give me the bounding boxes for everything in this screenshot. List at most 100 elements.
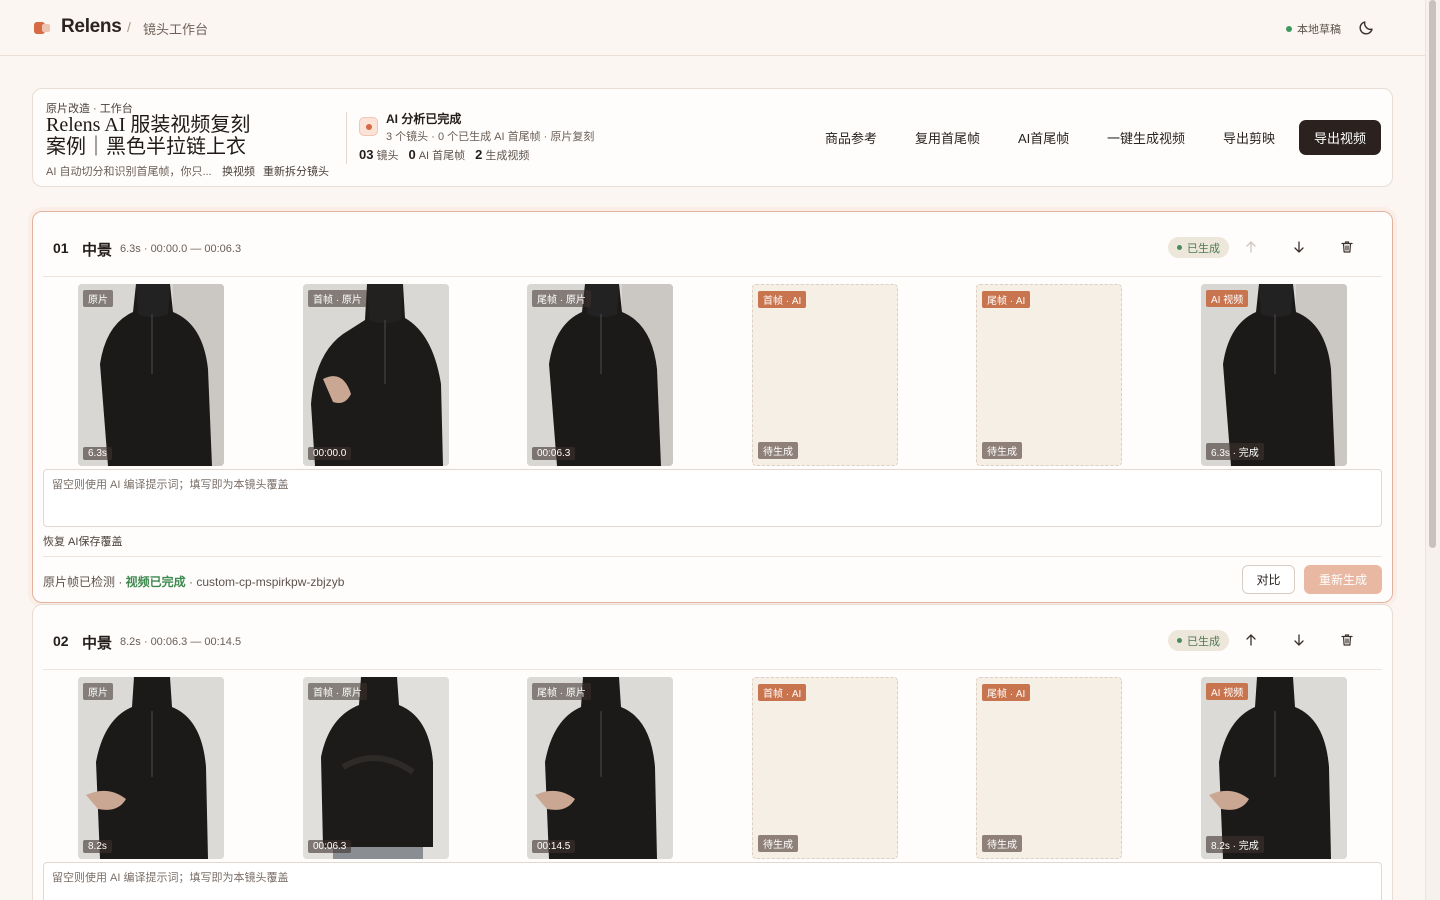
compare-button[interactable]: 对比 — [1242, 565, 1295, 594]
thumbnail-tag: 首帧 · 原片 — [308, 290, 367, 307]
project-description: AI 自动切分和识别首尾帧，你只... — [46, 166, 212, 178]
thumbnail-tag: AI 视频 — [1206, 683, 1249, 700]
moon-icon[interactable] — [1359, 19, 1375, 35]
thumbnail-footer: 8.2s — [83, 840, 112, 853]
project-header-card: 原片改造 · 工作台 Relens AI 服装视频复刻案例｜黑色半拉链上衣 AI… — [32, 88, 1393, 187]
status-badge: 已生成 — [1168, 237, 1229, 258]
thumbnail-footer: 00:06.3 — [308, 840, 352, 853]
model-id: · custom-cp-mspirkpw-zbjzyb — [185, 575, 345, 589]
stat-value: 03 — [359, 147, 374, 162]
divider — [43, 669, 1382, 670]
shot-time-range: 6.3s · 00:00.0 — 00:06.3 — [120, 243, 242, 255]
video-complete-label: 视频已完成 — [125, 575, 186, 589]
thumbnail-footer: 6.3s · 完成 — [1206, 443, 1264, 460]
regenerate-button[interactable]: 重新生成 — [1304, 565, 1382, 594]
move-up-icon[interactable] — [1244, 240, 1258, 254]
original-clip-thumbnail[interactable]: 原片 6.3s — [78, 284, 224, 466]
thumbnail-tag: 原片 — [83, 290, 113, 307]
reuse-frames-button[interactable]: 复用首尾帧 — [915, 128, 980, 147]
stat-label: AI 首尾帧 — [418, 150, 466, 162]
status-dot-icon — [1286, 26, 1292, 32]
prompt-textarea[interactable] — [44, 863, 1381, 900]
header-divider — [346, 112, 347, 164]
thumbnail-tag: 首帧 · AI — [758, 684, 807, 701]
thumbnail-tag: 尾帧 · 原片 — [532, 683, 591, 700]
stat-shots: 03 镜头 — [359, 147, 398, 163]
shot-type: 中景 — [82, 635, 113, 652]
thumbnail-footer: 待生成 — [758, 442, 798, 459]
divider — [43, 276, 1382, 277]
status-label: 已生成 — [1187, 242, 1220, 255]
status-label: 已生成 — [1187, 635, 1220, 648]
analysis-subtitle: 3 个镜头 · 0 个已生成 AI 首尾帧 · 原片复刻 — [386, 131, 595, 143]
trash-icon[interactable] — [1340, 240, 1354, 254]
breadcrumb-separator: / — [127, 19, 131, 35]
status-badge: 已生成 — [1168, 630, 1229, 651]
product-reference-button[interactable]: 商品参考 — [825, 128, 877, 147]
thumbnail-tag: 尾帧 · AI — [982, 291, 1031, 308]
first-frame-ai-placeholder[interactable]: 首帧 · AI 待生成 — [752, 284, 898, 466]
thumbnail-footer: 6.3s — [83, 447, 112, 460]
trash-icon[interactable] — [1340, 633, 1354, 647]
shot-card[interactable]: 01 中景 6.3s · 00:00.0 — 00:06.3 已生成 原片 6.… — [32, 211, 1393, 603]
project-title: Relens AI 服装视频复刻案例｜黑色半拉链上衣 — [46, 114, 251, 158]
stat-value: 0 — [408, 147, 416, 162]
status-dot-icon — [1177, 638, 1182, 643]
prompt-textarea[interactable] — [44, 470, 1381, 526]
stat-generated-videos: 2 生成视频 — [475, 147, 529, 163]
thumbnail-footer: 00:14.5 — [532, 840, 576, 853]
thumbnail-tag: AI 视频 — [1206, 290, 1249, 307]
restore-ai-override-link[interactable]: 恢复 AI保存覆盖 — [43, 533, 122, 549]
ai-frames-button[interactable]: AI首尾帧 — [1018, 128, 1069, 147]
shot-card[interactable]: 02 中景 8.2s · 00:06.3 — 00:14.5 已生成 原片 8.… — [32, 604, 1393, 900]
shot-footer-status: 原片帧已检测 · 视频已完成 · custom-cp-mspirkpw-zbjz… — [43, 573, 344, 590]
first-frame-original-thumbnail[interactable]: 首帧 · 原片 00:00.0 — [303, 284, 449, 466]
thumbnail-footer: 待生成 — [982, 442, 1022, 459]
thumbnail-tag: 尾帧 · 原片 — [532, 290, 591, 307]
shot-time-range: 8.2s · 00:06.3 — 00:14.5 — [120, 636, 242, 648]
thumbnail-footer: 00:06.3 — [532, 447, 576, 460]
shot-type: 中景 — [82, 242, 113, 259]
shot-number: 02 — [53, 633, 69, 649]
stat-value: 2 — [475, 147, 483, 162]
resplit-shots-link[interactable]: 重新拆分镜头 — [263, 163, 329, 179]
first-frame-original-thumbnail[interactable]: 首帧 · 原片 00:06.3 — [303, 677, 449, 859]
last-frame-original-thumbnail[interactable]: 尾帧 · 原片 00:06.3 — [527, 284, 673, 466]
draft-status-label: 本地草稿 — [1297, 24, 1341, 36]
prompt-field[interactable] — [43, 469, 1382, 527]
generate-all-videos-button[interactable]: 一键生成视频 — [1107, 128, 1185, 147]
export-jianying-button[interactable]: 导出剪映 — [1223, 128, 1275, 147]
shot-number: 01 — [53, 240, 69, 256]
export-video-button[interactable]: 导出视频 — [1299, 120, 1381, 155]
thumbnail-tag: 尾帧 · AI — [982, 684, 1031, 701]
draft-status: 本地草稿 — [1286, 21, 1341, 37]
ai-status-icon — [359, 117, 378, 136]
original-clip-thumbnail[interactable]: 原片 8.2s — [78, 677, 224, 859]
move-down-icon[interactable] — [1292, 240, 1306, 254]
move-up-icon[interactable] — [1244, 633, 1258, 647]
ai-video-thumbnail[interactable]: AI 视频 8.2s · 完成 — [1201, 677, 1347, 859]
stat-ai-frames: 0 AI 首尾帧 — [408, 147, 465, 163]
last-frame-ai-placeholder[interactable]: 尾帧 · AI 待生成 — [976, 284, 1122, 466]
thumbnail-footer: 待生成 — [758, 835, 798, 852]
stat-label: 镜头 — [376, 150, 399, 162]
change-video-link[interactable]: 换视频 — [222, 163, 255, 179]
top-bar: Relens / 镜头工作台 本地草稿 — [0, 0, 1425, 56]
relens-logo-icon[interactable] — [34, 22, 50, 34]
thumbnail-footer: 待生成 — [982, 835, 1022, 852]
first-frame-ai-placeholder[interactable]: 首帧 · AI 待生成 — [752, 677, 898, 859]
thumbnail-tag: 首帧 · 原片 — [308, 683, 367, 700]
footer-prefix: 原片帧已检测 · — [43, 575, 126, 589]
thumbnail-tag: 原片 — [83, 683, 113, 700]
last-frame-original-thumbnail[interactable]: 尾帧 · 原片 00:14.5 — [527, 677, 673, 859]
move-down-icon[interactable] — [1292, 633, 1306, 647]
page-scrollbar-thumb[interactable] — [1429, 0, 1436, 548]
analysis-title: AI 分析已完成 — [386, 112, 462, 126]
project-stats: 03 镜头 0 AI 首尾帧 2 生成视频 — [359, 147, 529, 163]
prompt-field[interactable] — [43, 862, 1382, 900]
stat-label: 生成视频 — [485, 150, 530, 162]
ai-video-thumbnail[interactable]: AI 视频 6.3s · 完成 — [1201, 284, 1347, 466]
brand-name[interactable]: Relens — [61, 16, 122, 38]
status-dot-icon — [1177, 245, 1182, 250]
last-frame-ai-placeholder[interactable]: 尾帧 · AI 待生成 — [976, 677, 1122, 859]
